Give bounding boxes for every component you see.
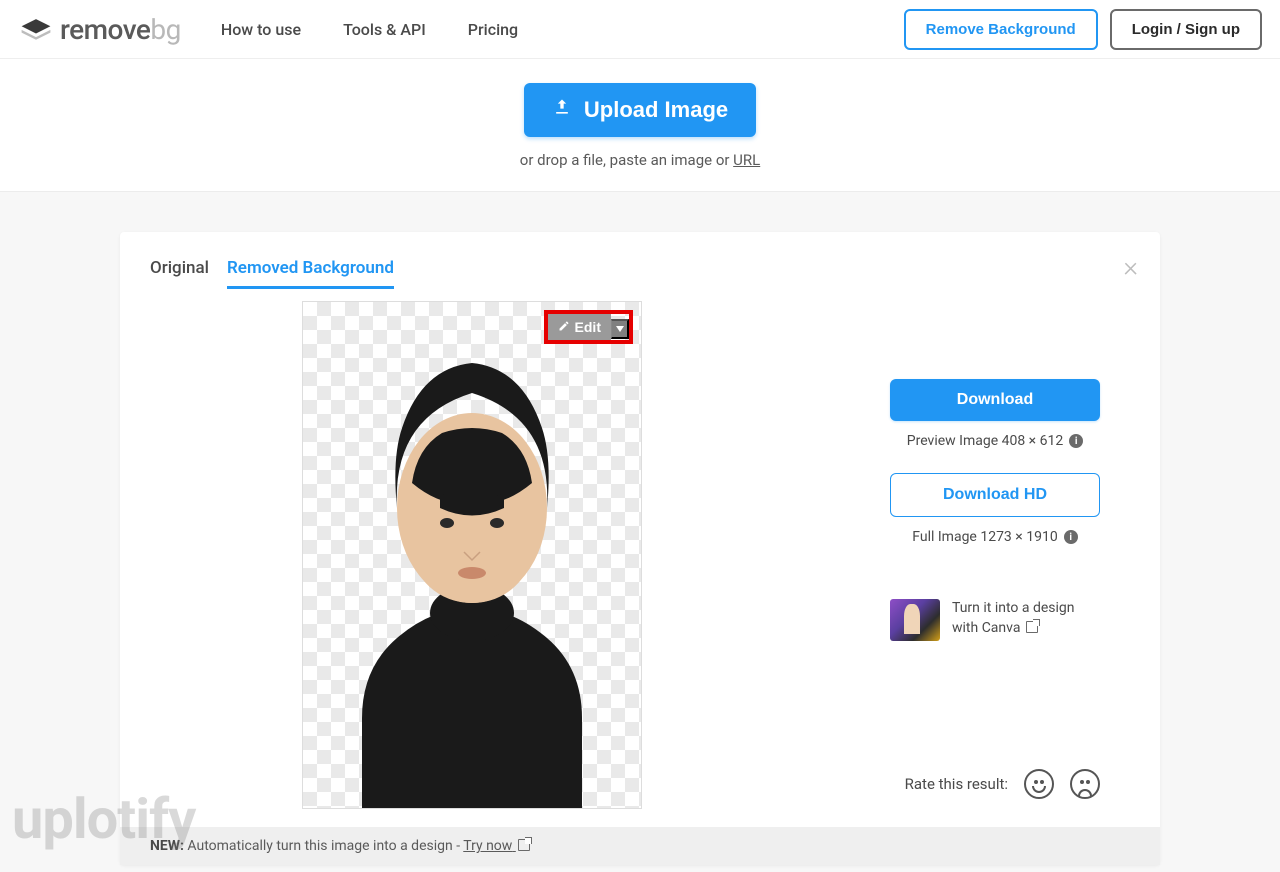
preview-size: Preview Image 408 × 612 i [907, 433, 1083, 449]
canva-line2: with Canva [952, 620, 1020, 636]
header: removebg How to use Tools & API Pricing … [0, 0, 1280, 59]
nav-pricing[interactable]: Pricing [468, 20, 518, 39]
image-area: Edit [150, 301, 860, 809]
rate-row: Rate this result: [890, 769, 1100, 799]
chevron-down-icon [616, 326, 624, 332]
external-link-icon [518, 839, 530, 851]
logo-icon [18, 15, 54, 43]
canva-promo[interactable]: Turn it into a design with Canva [890, 599, 1100, 641]
canva-text: Turn it into a design with Canva [952, 599, 1075, 638]
download-sidebar: Download Preview Image 408 × 612 i Downl… [860, 301, 1130, 809]
canva-thumbnail [890, 599, 940, 641]
header-actions: Remove Background Login / Sign up [904, 9, 1262, 50]
external-link-icon [1026, 621, 1038, 633]
content-row: Edit Download Preview Image 408 × 612 i … [150, 301, 1130, 809]
footer-promo: NEW: Automatically turn this image into … [120, 827, 1160, 865]
result-card: × Original Removed Background [120, 232, 1160, 865]
full-size-text: Full Image 1273 × 1910 [912, 529, 1057, 545]
url-link[interactable]: URL [733, 151, 760, 169]
logo[interactable]: removebg [18, 13, 181, 46]
info-icon[interactable]: i [1069, 434, 1083, 448]
main-nav: How to use Tools & API Pricing [221, 20, 518, 39]
login-signup-button[interactable]: Login / Sign up [1110, 9, 1262, 50]
upload-section: Upload Image or drop a file, paste an im… [0, 59, 1280, 192]
edit-dropdown[interactable] [611, 319, 629, 339]
nav-tools-api[interactable]: Tools & API [343, 20, 426, 39]
canva-line1: Turn it into a design [952, 600, 1075, 616]
tab-removed-background[interactable]: Removed Background [227, 258, 394, 289]
edit-button[interactable]: Edit [548, 314, 611, 340]
download-hd-button[interactable]: Download HD [890, 473, 1100, 517]
edit-label: Edit [575, 319, 601, 335]
drop-hint-text: or drop a file, paste an image or [520, 151, 733, 169]
remove-background-button[interactable]: Remove Background [904, 9, 1098, 50]
edit-highlight: Edit [544, 310, 633, 344]
logo-text: removebg [60, 13, 181, 46]
person-image [302, 308, 642, 808]
info-icon[interactable]: i [1064, 530, 1078, 544]
try-now-link[interactable]: Try now [463, 838, 530, 854]
upload-image-button[interactable]: Upload Image [524, 83, 756, 137]
upload-icon [552, 97, 572, 123]
result-image: Edit [302, 301, 642, 809]
new-badge: NEW: [150, 838, 184, 854]
rate-sad-button[interactable] [1070, 769, 1100, 799]
tabs: Original Removed Background [150, 258, 1130, 289]
footer-text: Automatically turn this image into a des… [184, 838, 463, 854]
upload-button-label: Upload Image [584, 97, 728, 123]
download-button[interactable]: Download [890, 379, 1100, 421]
rate-label: Rate this result: [905, 775, 1008, 793]
drop-hint: or drop a file, paste an image or URL [0, 151, 1280, 169]
tab-original[interactable]: Original [150, 258, 209, 289]
preview-size-text: Preview Image 408 × 612 [907, 433, 1063, 449]
full-size: Full Image 1273 × 1910 i [912, 529, 1077, 545]
rate-happy-button[interactable] [1024, 769, 1054, 799]
brush-icon [558, 319, 570, 335]
close-button[interactable]: × [1123, 250, 1138, 283]
nav-how-to-use[interactable]: How to use [221, 20, 301, 39]
